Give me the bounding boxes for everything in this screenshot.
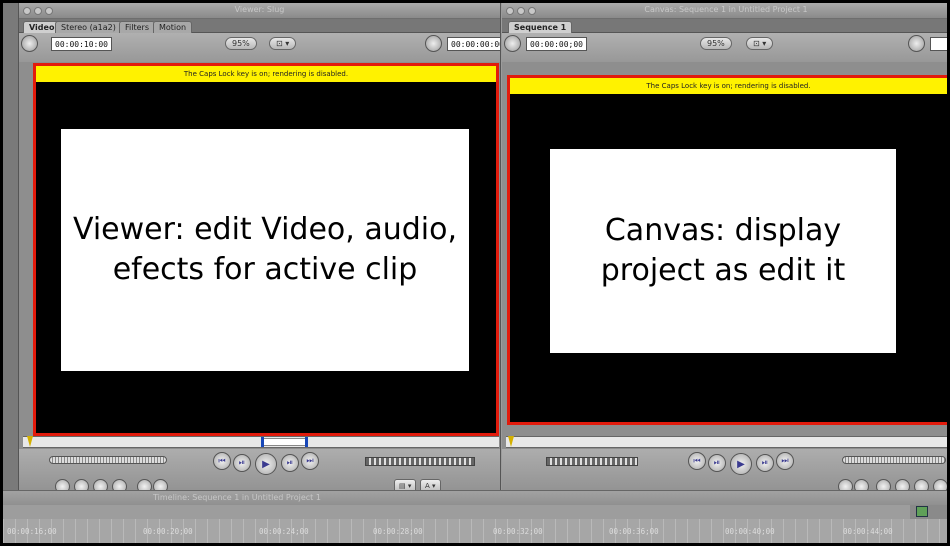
viewer-video-area[interactable]: The Caps Lock key is on; rendering is di…	[33, 63, 499, 436]
canvas-duration-field[interactable]: 00:00:00;00	[526, 37, 587, 51]
canvas-annotation: Canvas: display project as edit it	[550, 149, 896, 353]
viewer-current-timecode[interactable]: 00:00:00:00	[447, 37, 500, 51]
viewer-caps-lock-warning: The Caps Lock key is on; rendering is di…	[36, 66, 496, 82]
viewer-tabbar: Video Stereo (a1a2) Filters Motion	[19, 19, 500, 33]
add-keyframe-button[interactable]	[93, 479, 108, 490]
canvas-tabbar: Sequence 1	[502, 19, 947, 33]
ruler-mark: 00:00:40;00	[725, 527, 775, 536]
canvas-titlebar[interactable]: Canvas: Sequence 1 in Untitled Project 1	[502, 3, 947, 19]
play-around-button[interactable]: ⏯	[756, 454, 774, 472]
canvas-transport: ⏮ ⏯ ▶ ⏯ ⏭	[502, 449, 947, 490]
tab-sequence-1[interactable]: Sequence 1	[508, 21, 573, 33]
tab-stereo[interactable]: Stereo (a1a2)	[55, 21, 122, 33]
viewer-view-popup[interactable]: ⊡ ▾	[269, 37, 297, 50]
mark-out-button[interactable]	[854, 479, 869, 490]
viewer-duration-field[interactable]: 00:00:10:00	[51, 37, 112, 51]
timeline-title[interactable]: Timeline: Sequence 1 in Untitled Project…	[3, 491, 947, 505]
ruler-mark: 00:00:16;00	[7, 527, 57, 536]
play-button[interactable]: ▶	[255, 453, 277, 475]
in-point-marker[interactable]	[261, 437, 264, 447]
add-keyframe-button[interactable]	[895, 479, 910, 490]
app-window: Viewer: Slug Video Stereo (a1a2) Filters…	[0, 0, 950, 546]
current-time-clock-icon	[425, 35, 442, 52]
viewer-window-title: Viewer: Slug	[234, 5, 285, 14]
left-edge-strip	[3, 3, 19, 490]
next-edit-button[interactable]: ⏭	[776, 452, 794, 470]
viewer-transport: ⏮ ⏯ ▶ ⏯ ⏭ ▤ ▾ A ▾	[19, 449, 500, 490]
play-in-out-button[interactable]: ⏯	[708, 454, 726, 472]
match-frame-button[interactable]	[933, 479, 947, 490]
timeline-window: Timeline: Sequence 1 in Untitled Project…	[3, 490, 947, 543]
play-in-out-button[interactable]: ⏯	[233, 454, 251, 472]
play-around-button[interactable]: ⏯	[281, 454, 299, 472]
add-marker-button[interactable]	[876, 479, 891, 490]
recent-clips-popup[interactable]: ▤ ▾	[394, 479, 417, 490]
prev-edit-button[interactable]: ⏮	[213, 452, 231, 470]
canvas-caps-lock-warning: The Caps Lock key is on; rendering is di…	[510, 78, 947, 94]
generator-popup[interactable]: A ▾	[420, 479, 441, 490]
canvas-jog-control[interactable]	[546, 457, 638, 466]
mark-in-button[interactable]	[838, 479, 853, 490]
next-edit-button[interactable]: ⏭	[301, 452, 319, 470]
current-time-clock-icon	[908, 35, 925, 52]
out-point-marker[interactable]	[305, 437, 308, 447]
mark-clip-button[interactable]	[74, 479, 89, 490]
ruler-mark: 00:00:32;00	[493, 527, 543, 536]
in-out-range	[263, 438, 307, 446]
viewer-titlebar[interactable]: Viewer: Slug	[19, 3, 500, 19]
canvas-current-timecode[interactable]	[930, 37, 947, 51]
playhead-icon[interactable]	[27, 436, 33, 447]
tab-motion[interactable]: Motion	[153, 21, 193, 33]
ruler-mark: 00:00:36;00	[609, 527, 659, 536]
mark-in-button[interactable]	[137, 479, 152, 490]
mark-out-button[interactable]	[153, 479, 168, 490]
canvas-toolbar: 00:00:00;00 95% ⊡ ▾	[502, 33, 947, 62]
prev-edit-button[interactable]: ⏮	[688, 452, 706, 470]
viewer-shuttle-control[interactable]	[49, 456, 167, 464]
canvas-shuttle-control[interactable]	[842, 456, 946, 464]
ruler-mark: 00:00:44;00	[843, 527, 893, 536]
duration-clock-icon	[21, 35, 38, 52]
canvas-scrubber-bar[interactable]	[506, 436, 947, 448]
viewer-toolbar: 00:00:10:00 95% ⊡ ▾ 00:00:00:00	[19, 33, 500, 62]
play-button[interactable]: ▶	[730, 453, 752, 475]
canvas-window: Canvas: Sequence 1 in Untitled Project 1…	[502, 3, 947, 490]
viewer-window: Viewer: Slug Video Stereo (a1a2) Filters…	[19, 3, 501, 490]
viewer-annotation: Viewer: edit Video, audio, efects for ac…	[61, 129, 469, 371]
add-marker-button[interactable]	[112, 479, 127, 490]
match-frame-button[interactable]	[55, 479, 70, 490]
canvas-window-title: Canvas: Sequence 1 in Untitled Project 1	[644, 5, 808, 14]
canvas-video-area[interactable]: The Caps Lock key is on; rendering is di…	[507, 75, 947, 425]
canvas-view-popup[interactable]: ⊡ ▾	[746, 37, 774, 50]
snapping-toggle-icon[interactable]	[916, 506, 928, 517]
ruler-mark: 00:00:28;00	[373, 527, 423, 536]
mark-clip-button[interactable]	[914, 479, 929, 490]
duration-clock-icon	[504, 35, 521, 52]
viewer-zoom-popup[interactable]: 95%	[225, 37, 257, 50]
ruler-mark: 00:00:20;00	[143, 527, 193, 536]
tab-filters[interactable]: Filters	[119, 21, 155, 33]
canvas-zoom-popup[interactable]: 95%	[700, 37, 732, 50]
ruler-mark: 00:00:24;00	[259, 527, 309, 536]
playhead-icon[interactable]	[508, 436, 514, 447]
viewer-jog-control[interactable]	[365, 457, 475, 466]
viewer-scrubber-bar[interactable]	[23, 436, 499, 448]
